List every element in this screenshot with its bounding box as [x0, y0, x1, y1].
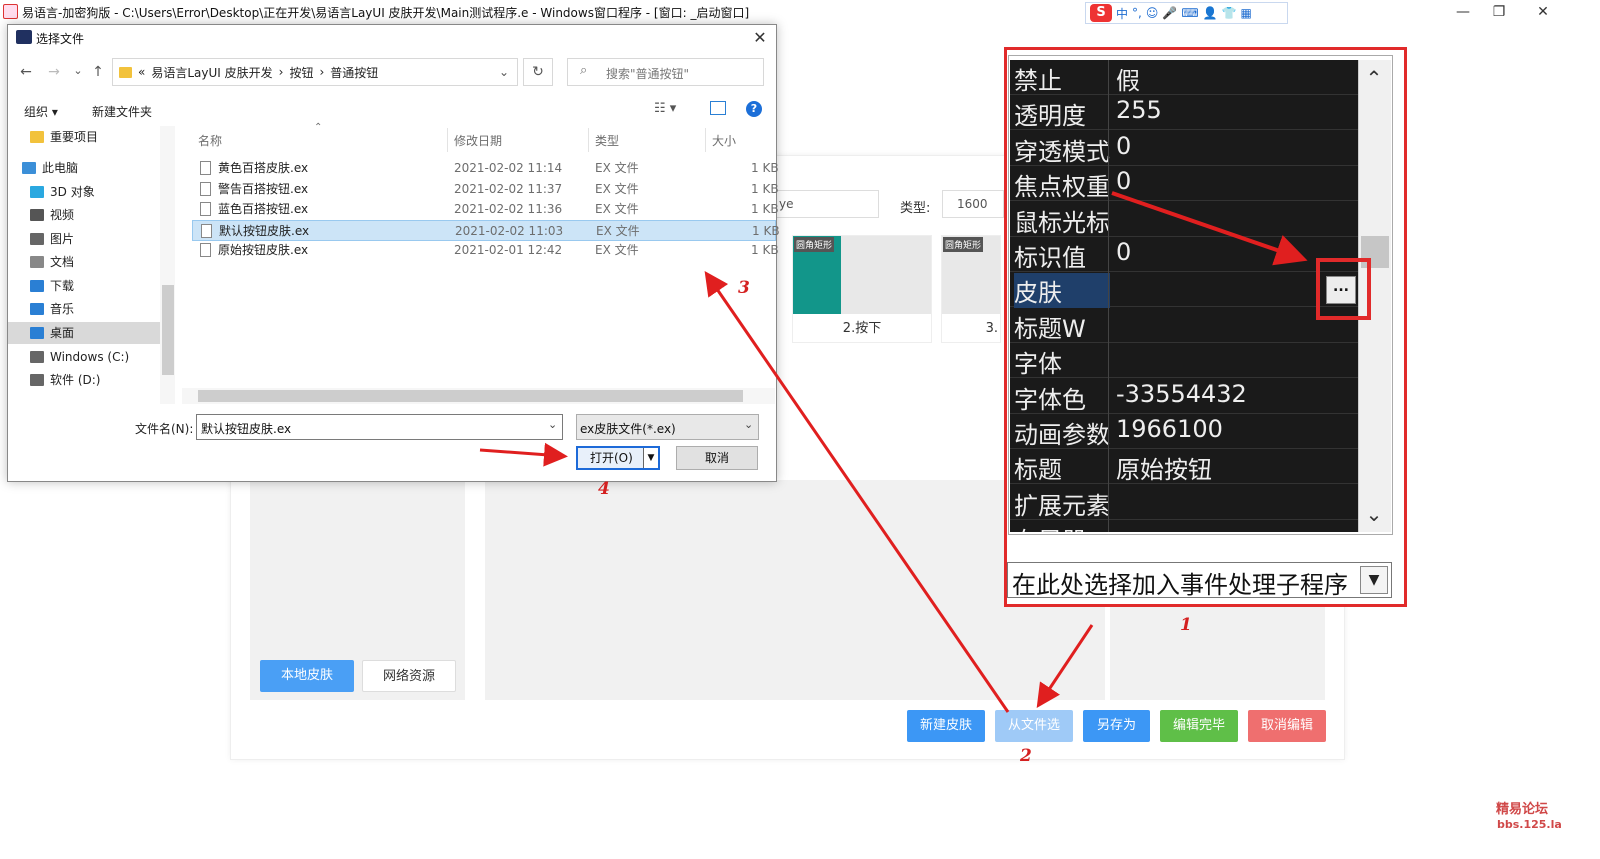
file-date: 2021-02-02 11:14 — [454, 161, 563, 175]
file-icon — [200, 202, 211, 217]
nav-item[interactable]: 视频 — [8, 204, 160, 226]
nav-item[interactable]: 3D 对象 — [8, 181, 160, 203]
nav-item-icon — [30, 280, 44, 292]
nav-item[interactable]: 此电脑 — [8, 157, 160, 179]
nav-item-icon — [30, 351, 44, 363]
file-type: EX 文件 — [595, 181, 639, 196]
nav-item[interactable]: 音乐 — [8, 298, 160, 320]
nav-item-label: 文档 — [50, 255, 75, 269]
arrow-to-from-file — [1036, 624, 1094, 708]
file-size: 1 KB — [751, 181, 779, 196]
file-date: 2021-02-02 11:03 — [455, 223, 564, 238]
nav-item-icon — [22, 162, 36, 174]
file-icon — [200, 181, 211, 196]
nav-item-icon — [30, 327, 44, 339]
file-name: 黄色百搭皮肤.ex — [218, 161, 309, 175]
file-icon — [200, 161, 211, 175]
nav-item-icon — [30, 256, 44, 268]
nav-item[interactable]: 桌面 — [8, 322, 160, 344]
file-row[interactable]: 蓝色百搭按钮.ex 2021-02-02 11:36 EX 文件 1 KB — [192, 199, 779, 220]
nav-item-label: 图片 — [50, 232, 75, 246]
arrow-to-file-list — [704, 271, 1010, 713]
file-name: 默认按钮皮肤.ex — [219, 223, 310, 238]
nav-item-label: 桌面 — [50, 326, 75, 340]
file-icon — [200, 243, 211, 258]
arrow-to-ellipsis — [1111, 191, 1308, 266]
nav-item-icon — [30, 209, 44, 221]
file-name: 警告百搭按钮.ex — [218, 181, 309, 196]
nav-item[interactable]: Windows (C:) — [8, 346, 160, 368]
nav-item-icon — [30, 186, 44, 198]
nav-item-label: 视频 — [50, 208, 75, 222]
file-row[interactable]: 黄色百搭皮肤.ex 2021-02-02 11:14 EX 文件 1 KB — [192, 158, 779, 179]
arrow-to-open — [479, 442, 568, 467]
horizontal-scroll-thumb[interactable] — [198, 390, 743, 402]
file-date: 2021-02-01 12:42 — [454, 243, 563, 258]
nav-item-icon — [30, 233, 44, 245]
nav-item-icon — [30, 303, 44, 315]
nav-item-label: 3D 对象 — [50, 185, 95, 199]
nav-item[interactable]: 文档 — [8, 251, 160, 273]
step-number-2: 2 — [1020, 746, 1032, 766]
nav-item-label: 重要项目 — [50, 130, 99, 144]
file-size: 1 KB — [751, 161, 779, 175]
file-row[interactable]: 警告百搭按钮.ex 2021-02-02 11:37 EX 文件 1 KB — [192, 179, 779, 200]
file-type: EX 文件 — [595, 243, 639, 258]
nav-item-label: 下载 — [50, 279, 75, 293]
file-row[interactable]: 默认按钮皮肤.ex 2021-02-02 11:03 EX 文件 1 KB — [192, 219, 780, 241]
step-number-4: 4 — [598, 479, 610, 499]
file-name: 原始按钮皮肤.ex — [218, 243, 309, 258]
file-type: EX 文件 — [595, 161, 639, 175]
file-date: 2021-02-02 11:36 — [454, 202, 563, 217]
file-type: EX 文件 — [596, 223, 640, 238]
step-number-3: 3 — [738, 278, 750, 298]
forum-watermark-url: bbs.125.la — [1497, 818, 1562, 831]
file-type: EX 文件 — [595, 202, 639, 217]
forum-watermark: 精易论坛 — [1496, 802, 1549, 817]
nav-item-icon — [30, 131, 44, 143]
file-size: 1 KB — [751, 202, 779, 217]
nav-item-label: Windows (C:) — [50, 350, 130, 364]
file-row[interactable]: 原始按钮皮肤.ex 2021-02-01 12:42 EX 文件 1 KB — [192, 240, 779, 261]
step-number-1: 1 — [1180, 615, 1192, 635]
file-size: 1 KB — [752, 223, 780, 238]
nav-item[interactable]: 重要项目 — [8, 126, 160, 148]
nav-item-label: 此电脑 — [42, 161, 79, 175]
file-icon — [201, 223, 212, 238]
nav-item-label: 音乐 — [50, 302, 75, 316]
nav-item-icon — [30, 374, 44, 386]
nav-item[interactable]: 图片 — [8, 228, 160, 250]
nav-item-label: 软件 (D:) — [50, 373, 101, 387]
file-date: 2021-02-02 11:37 — [454, 181, 563, 196]
nav-item[interactable]: 软件 (D:) — [8, 369, 160, 391]
file-name: 蓝色百搭按钮.ex — [218, 202, 309, 217]
annotation-arrows — [479, 191, 1308, 713]
nav-item[interactable]: 下载 — [8, 275, 160, 297]
file-size: 1 KB — [751, 243, 779, 258]
